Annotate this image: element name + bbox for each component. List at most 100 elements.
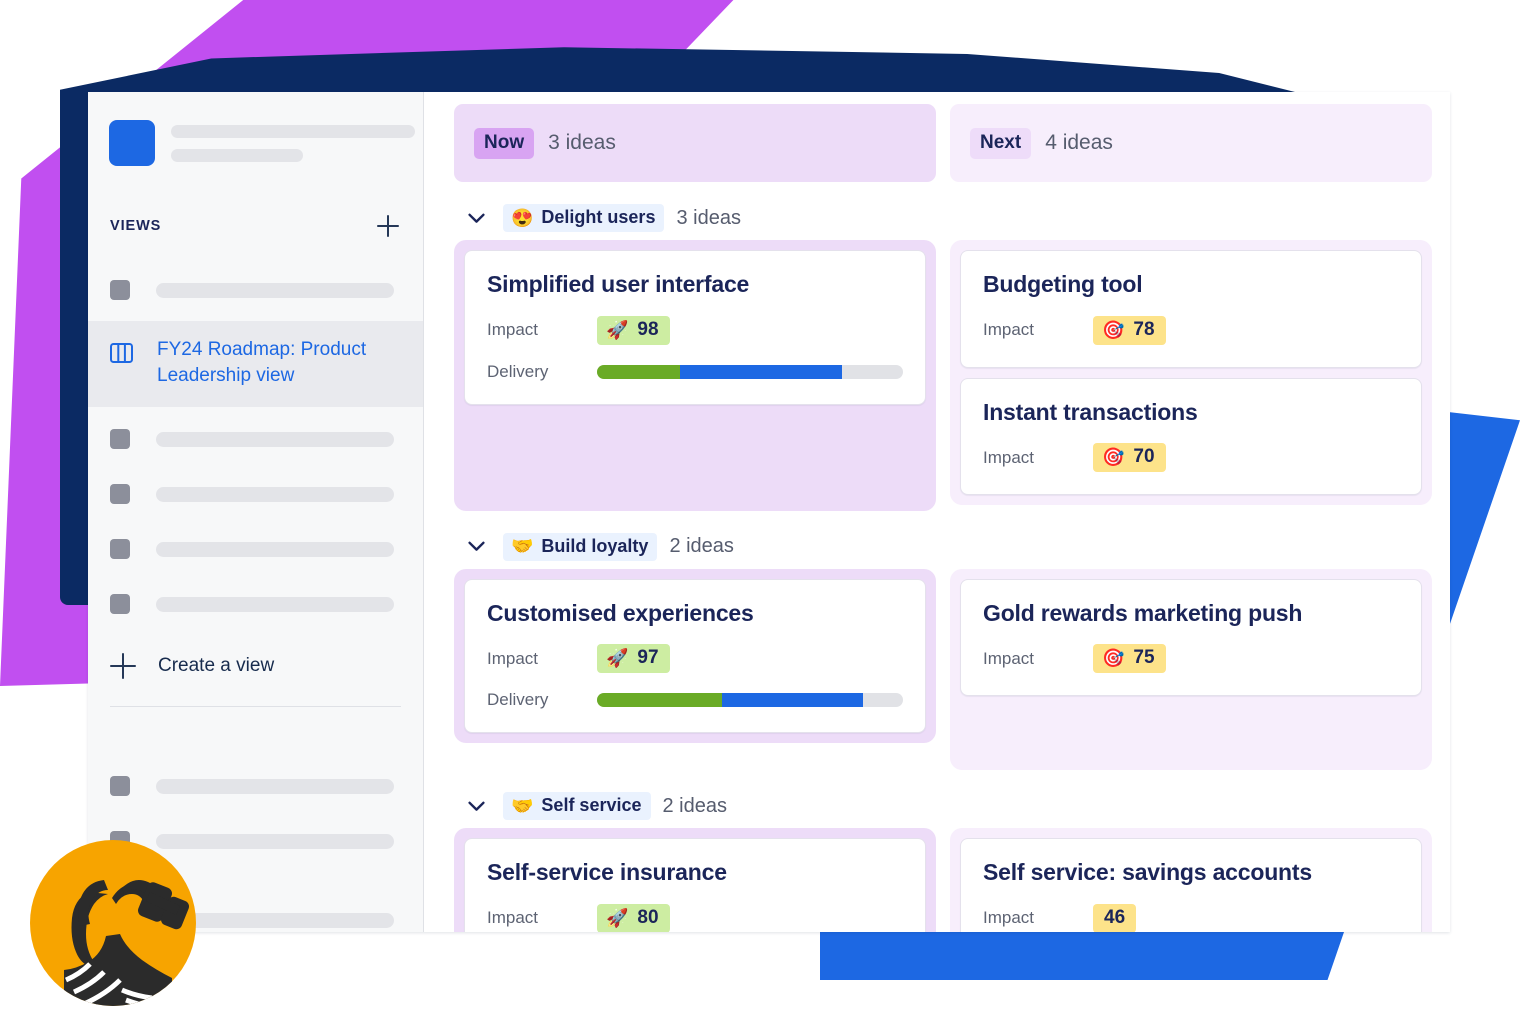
idea-card[interactable]: Simplified user interface Impact 🚀 98 De… <box>464 250 926 405</box>
idea-title: Self-service insurance <box>487 859 727 886</box>
group-columns: Self-service insurance Impact 🚀 80 Self … <box>454 828 1432 932</box>
placeholder-line <box>156 282 394 298</box>
delivery-label: Delivery <box>487 361 549 381</box>
impact-label: Impact <box>983 320 1035 340</box>
progress-segment-done <box>597 364 680 379</box>
app-window: VIEWS FY24 Roadmap: Product Leadership v… <box>88 92 1450 932</box>
sidebar-item-fy24-roadmap[interactable]: FY24 Roadmap: Product Leadership view <box>88 321 423 407</box>
impact-label: Impact <box>487 908 539 928</box>
impact-value: 75 <box>1133 647 1155 669</box>
sidebar-item-placeholder[interactable] <box>88 526 423 572</box>
sidebar-item-label: FY24 Roadmap: Product Leadership view <box>157 339 367 386</box>
delivery-progress-bar <box>597 693 903 708</box>
impact-field: Impact 🚀 98 <box>487 315 903 345</box>
target-icon: 🎯 <box>1102 319 1125 340</box>
idea-card[interactable]: Customised experiences Impact 🚀 97 Deliv… <box>464 578 926 734</box>
idea-title: Simplified user interface <box>487 271 750 297</box>
idea-title: Instant transactions <box>983 398 1198 425</box>
views-section-title: VIEWS <box>110 218 162 234</box>
plus-icon <box>110 653 136 679</box>
group-zone-next: Gold rewards marketing push Impact 🎯 75 <box>950 568 1432 771</box>
group-count: 2 ideas <box>669 535 734 558</box>
group-header[interactable]: 🤝 Build loyalty 2 ideas <box>454 525 1432 569</box>
board: Now 3 ideas Next 4 ideas � <box>424 92 1450 932</box>
group-name: Delight users <box>541 207 656 227</box>
idea-card[interactable]: Self service: savings accounts Impact 46 <box>960 838 1422 932</box>
progress-segment-inprogress <box>722 693 864 708</box>
group-zone-now: Simplified user interface Impact 🚀 98 De… <box>454 240 936 511</box>
add-view-plus-icon[interactable] <box>377 215 399 237</box>
zone-empty-space <box>464 405 926 501</box>
placeholder-line <box>156 833 394 849</box>
sidebar-item-placeholder[interactable] <box>88 471 423 517</box>
sidebar-item-placeholder[interactable] <box>88 416 423 462</box>
placeholder-line <box>156 486 394 502</box>
impact-badge: 🚀 98 <box>597 315 670 345</box>
view-type-icon <box>110 484 130 504</box>
create-a-view-button[interactable]: Create a view <box>88 653 423 679</box>
screenshot-stage: VIEWS FY24 Roadmap: Product Leadership v… <box>0 0 1536 1025</box>
sidebar: VIEWS FY24 Roadmap: Product Leadership v… <box>88 92 424 932</box>
view-type-icon <box>110 429 130 449</box>
idea-title: Budgeting tool <box>983 271 1143 297</box>
impact-label: Impact <box>983 908 1035 928</box>
group-name: Self service <box>541 795 642 816</box>
delivery-field: Delivery <box>487 362 903 382</box>
impact-field: Impact 46 <box>983 903 1399 932</box>
column-header-next[interactable]: Next 4 ideas <box>950 104 1432 182</box>
delivery-progress-bar <box>597 364 903 379</box>
view-type-icon <box>110 280 130 300</box>
view-type-icon <box>110 539 130 559</box>
idea-title: Gold rewards marketing push <box>983 599 1303 626</box>
sidebar-item-placeholder[interactable] <box>88 763 423 809</box>
impact-field: Impact 🚀 80 <box>487 903 903 932</box>
column-headers: Now 3 ideas Next 4 ideas <box>454 104 1432 182</box>
avatar <box>30 840 196 1006</box>
rocket-icon: 🚀 <box>606 648 629 669</box>
chevron-down-icon[interactable] <box>468 541 485 552</box>
board-columns-icon <box>110 343 133 363</box>
chevron-down-icon[interactable] <box>468 801 485 812</box>
idea-card[interactable]: Self-service insurance Impact 🚀 80 <box>464 838 926 932</box>
impact-label: Impact <box>983 648 1035 668</box>
impact-badge: 🚀 97 <box>597 644 670 674</box>
impact-field: Impact 🎯 70 <box>983 443 1399 473</box>
impact-value: 80 <box>637 906 659 928</box>
group-header[interactable]: 😍 Delight users 3 ideas <box>454 196 1432 240</box>
impact-badge: 🚀 80 <box>597 903 670 932</box>
project-logo-icon <box>109 120 155 166</box>
impact-value: 78 <box>1133 318 1155 340</box>
group-zone-now: Self-service insurance Impact 🚀 80 <box>454 828 936 932</box>
group-tag: 😍 Delight users <box>503 204 665 232</box>
placeholder-line <box>171 148 303 162</box>
column-count-now: 3 ideas <box>548 131 616 154</box>
rocket-icon: 🚀 <box>606 907 629 928</box>
delivery-label: Delivery <box>487 690 549 710</box>
column-header-now[interactable]: Now 3 ideas <box>454 104 936 182</box>
progress-segment-inprogress <box>679 364 842 379</box>
impact-badge: 🎯 75 <box>1093 644 1166 674</box>
project-header[interactable] <box>88 92 423 166</box>
group-tag: 🤝 Build loyalty <box>503 532 658 561</box>
impact-label: Impact <box>983 447 1035 467</box>
group-tag: 🤝 Self service <box>503 792 651 821</box>
rocket-icon: 🚀 <box>606 319 629 340</box>
placeholder-line <box>156 778 394 794</box>
column-pill-next: Next <box>970 127 1032 159</box>
group-columns: Simplified user interface Impact 🚀 98 De… <box>454 240 1432 511</box>
group-delight-users: 😍 Delight users 3 ideas Simplified user … <box>454 196 1432 511</box>
sidebar-item-placeholder[interactable] <box>88 581 423 627</box>
idea-card[interactable]: Budgeting tool Impact 🎯 78 <box>960 250 1422 368</box>
idea-card[interactable]: Instant transactions Impact 🎯 70 <box>960 377 1422 496</box>
handshake-icon: 🤝 <box>511 795 534 816</box>
impact-badge: 46 <box>1093 903 1137 932</box>
sidebar-item-placeholder[interactable] <box>88 267 423 313</box>
idea-card[interactable]: Gold rewards marketing push Impact 🎯 75 <box>960 578 1422 697</box>
placeholder-line <box>171 124 415 138</box>
group-header[interactable]: 🤝 Self service 2 ideas <box>454 784 1432 828</box>
chevron-down-icon[interactable] <box>468 213 485 224</box>
impact-label: Impact <box>487 648 539 668</box>
idea-title: Customised experiences <box>487 599 754 626</box>
sidebar-divider <box>110 706 401 707</box>
group-count: 2 ideas <box>662 794 728 817</box>
